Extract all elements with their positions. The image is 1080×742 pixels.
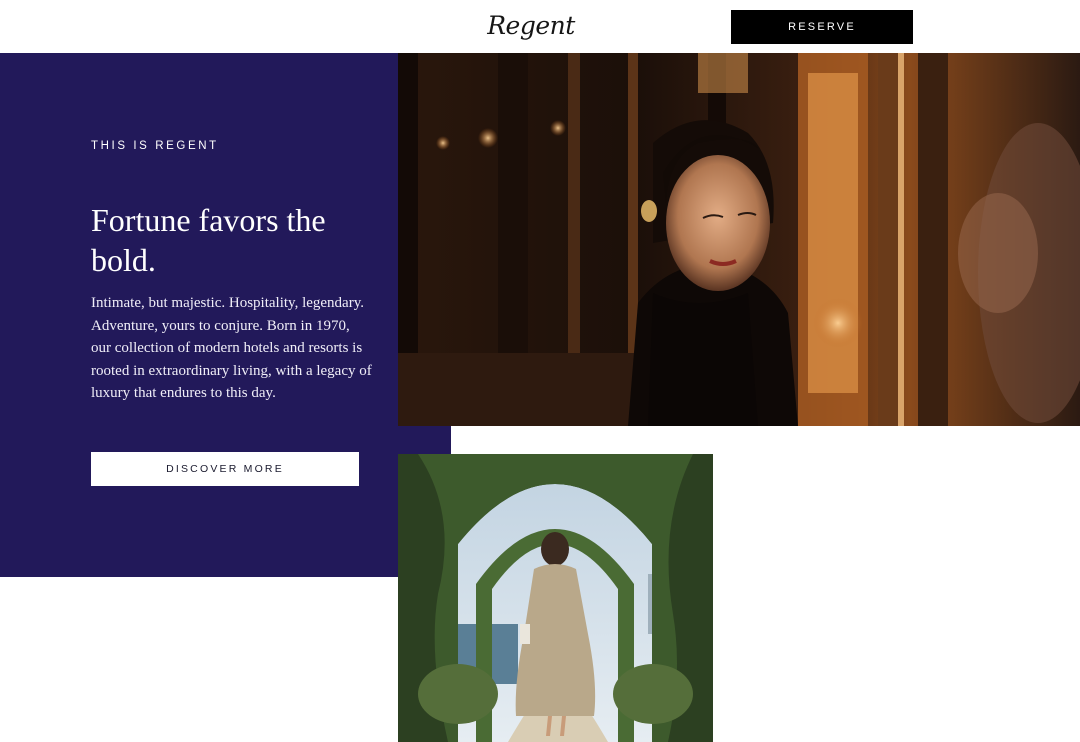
site-header: Regent RESERVE	[0, 0, 1080, 53]
section-eyebrow: THIS IS REGENT	[91, 140, 219, 152]
reserve-button[interactable]: RESERVE	[731, 10, 913, 44]
portrait-photo	[398, 53, 1080, 426]
discover-more-button[interactable]: DISCOVER MORE	[91, 452, 359, 486]
garden-photo	[398, 454, 713, 742]
intro-body-text: Intimate, but majestic. Hospitality, leg…	[91, 295, 372, 402]
regent-logo[interactable]: Regent	[486, 9, 576, 43]
hero-headline: Fortune favors the bold.	[91, 202, 326, 278]
